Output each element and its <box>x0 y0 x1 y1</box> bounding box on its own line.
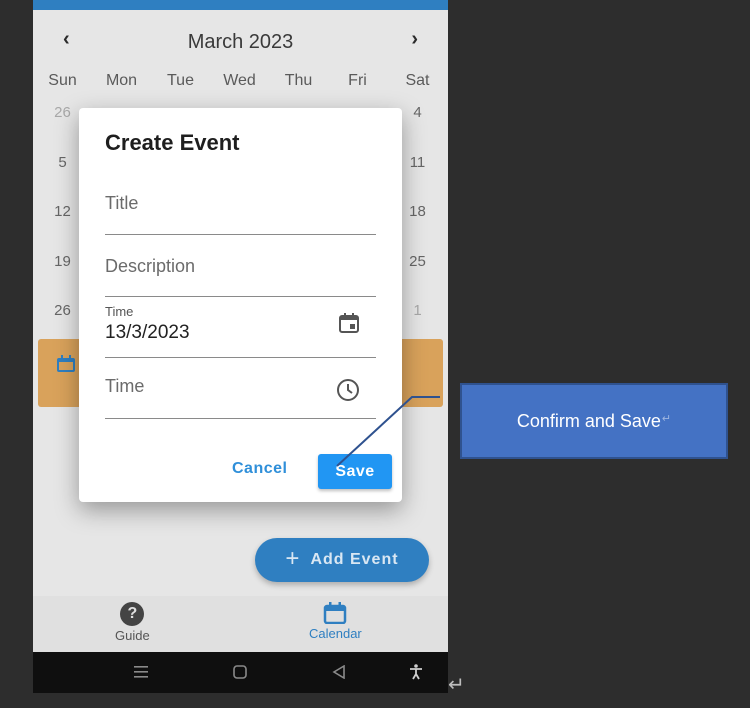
date-field-label: Time <box>105 304 134 319</box>
callout-text: Confirm and Save <box>516 410 661 431</box>
clock-icon[interactable] <box>336 378 360 402</box>
title-placeholder: Title <box>105 193 139 213</box>
date-field[interactable]: Time 13/3/2023 <box>105 302 376 358</box>
time-placeholder: Time <box>105 376 145 396</box>
date-field-value: 13/3/2023 <box>105 322 190 343</box>
home-icon[interactable] <box>233 665 247 679</box>
annotation-callout: Confirm and Save ↵ <box>460 383 728 459</box>
time-field[interactable]: Time <box>105 372 376 419</box>
return-glyph: ↵ <box>661 412 672 425</box>
dialog-title: Create Event <box>105 130 240 155</box>
return-glyph: ↵ <box>448 674 465 696</box>
description-field[interactable]: Description <box>105 250 376 297</box>
system-navigation-bar <box>33 652 448 693</box>
calendar-icon[interactable] <box>338 312 360 334</box>
save-button[interactable]: Save <box>318 454 392 489</box>
create-event-dialog: Create Event Title Description Time 13/3… <box>79 108 402 502</box>
cancel-button[interactable]: Cancel <box>232 460 287 478</box>
save-button-label: Save <box>335 462 375 480</box>
accessibility-icon[interactable] <box>409 664 423 680</box>
description-placeholder: Description <box>105 256 196 276</box>
title-field[interactable]: Title <box>105 186 376 235</box>
recents-icon[interactable] <box>134 666 148 678</box>
back-icon[interactable] <box>332 665 346 679</box>
